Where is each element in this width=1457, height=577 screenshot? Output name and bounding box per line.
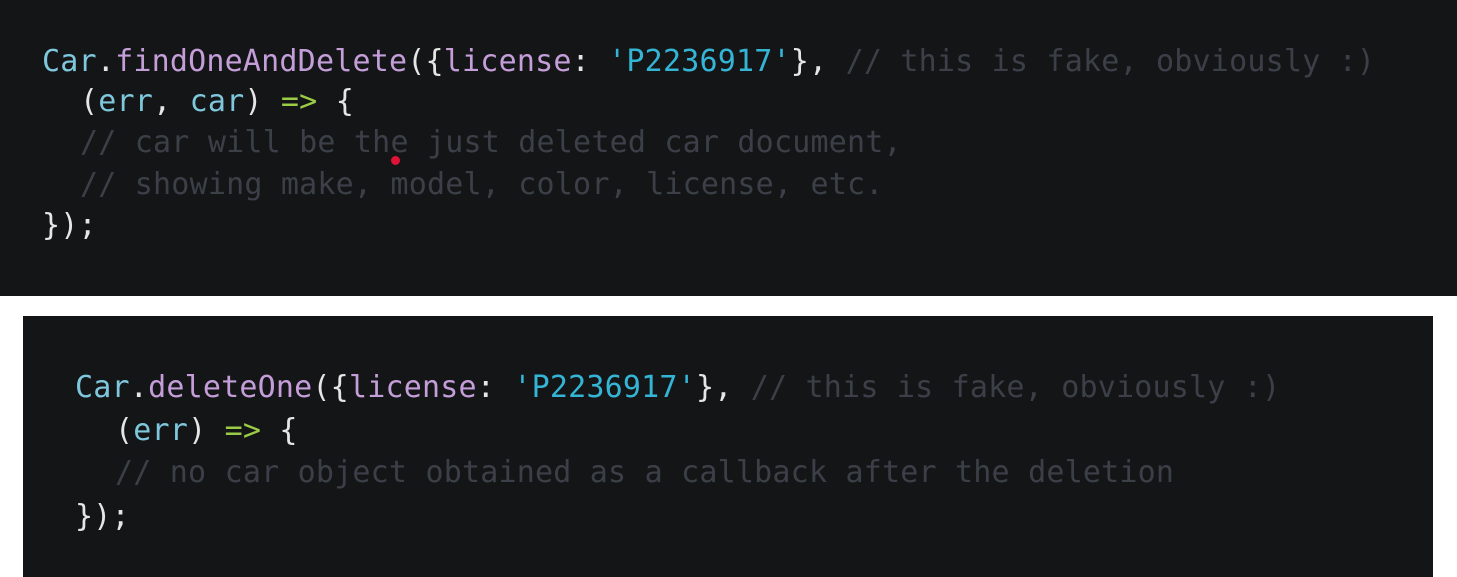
dot: . (129, 370, 149, 405)
param-err: err (98, 84, 154, 119)
close-brace-comma: }, (790, 44, 828, 79)
close-brace-comma: }, (695, 370, 733, 405)
arrow-operator: => (262, 84, 336, 119)
code-line-4: }); (75, 497, 130, 537)
code-line-5: }); (42, 206, 97, 246)
param-err: err (133, 413, 189, 448)
colon: : (476, 370, 514, 405)
comment-text: // car will be the just deleted car docu… (80, 125, 902, 160)
comment-text: // showing make, model, color, license, … (80, 167, 884, 202)
code-line-1: Car.findOneAndDelete({license: 'P2236917… (42, 42, 1375, 82)
open-brace: { (335, 84, 354, 119)
open-paren: ( (80, 84, 99, 119)
open-paren-brace: ({ (312, 370, 349, 405)
object-key: license (348, 370, 477, 405)
open-paren-brace: ({ (407, 44, 444, 79)
inline-comment: // this is fake, obviously :) (827, 44, 1376, 79)
code-line-3: // car will be the just deleted car docu… (80, 123, 902, 163)
code-line-2: (err, car) => { (80, 82, 354, 122)
code-line-4: // showing make, model, color, license, … (80, 165, 884, 205)
code-line-2: (err) => { (115, 411, 298, 451)
code-block-find-one-and-delete: Car.findOneAndDelete({license: 'P2236917… (0, 0, 1457, 296)
mouse-cursor-dot (391, 156, 400, 165)
closing-brackets: }); (75, 499, 130, 534)
open-brace: { (279, 413, 298, 448)
method-name: findOneAndDelete (115, 44, 408, 79)
object-key: license (443, 44, 572, 79)
dot: . (96, 44, 116, 79)
param-car: car (189, 84, 245, 119)
method-name: deleteOne (148, 370, 313, 405)
code-line-3: // no car object obtained as a callback … (115, 453, 1174, 493)
arrow-operator: => (206, 413, 280, 448)
close-paren: ) (244, 84, 263, 119)
string-literal: 'P2236917' (513, 370, 696, 405)
colon: : (571, 44, 609, 79)
string-literal: 'P2236917' (608, 44, 791, 79)
close-paren: ) (188, 413, 207, 448)
code-line-1: Car.deleteOne({license: 'P2236917'}, // … (75, 368, 1280, 408)
closing-brackets: }); (42, 208, 97, 243)
open-paren: ( (115, 413, 134, 448)
object-identifier: Car (42, 44, 97, 79)
inline-comment: // this is fake, obviously :) (732, 370, 1281, 405)
comma: , (153, 84, 190, 119)
object-identifier: Car (75, 370, 130, 405)
code-block-delete-one: Car.deleteOne({license: 'P2236917'}, // … (23, 316, 1433, 577)
comment-text: // no car object obtained as a callback … (115, 455, 1175, 490)
